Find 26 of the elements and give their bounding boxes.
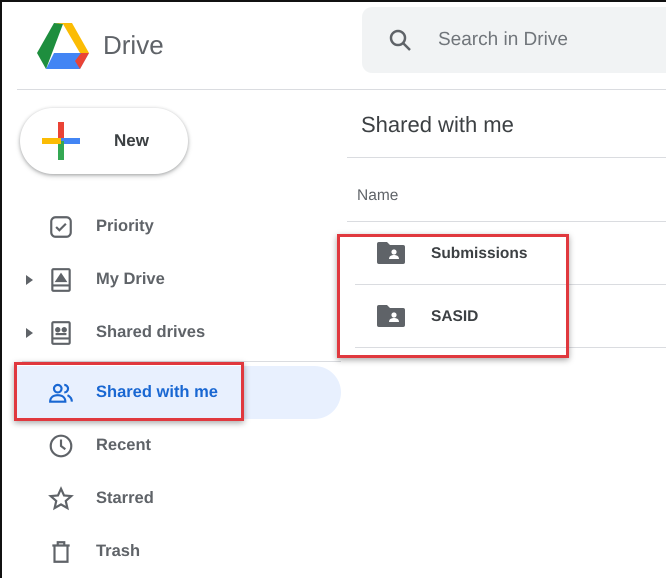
sidebar-item[interactable]: Trash bbox=[2, 525, 341, 578]
sidebar-item[interactable]: Shared drives bbox=[2, 306, 341, 359]
column-header[interactable]: Name bbox=[347, 158, 666, 222]
expand-arrow-icon[interactable] bbox=[26, 274, 33, 284]
sidebar-item[interactable]: Shared with me bbox=[16, 366, 341, 419]
drive-logo-icon bbox=[37, 22, 89, 68]
search-field[interactable]: Search in Drive bbox=[362, 6, 666, 72]
sidebar-item[interactable]: My Drive bbox=[2, 253, 341, 306]
clock-icon bbox=[48, 432, 74, 458]
app-name: Drive bbox=[103, 29, 164, 62]
star-icon bbox=[48, 486, 74, 512]
file-name[interactable]: SASID bbox=[431, 304, 478, 328]
file-name[interactable]: Submissions bbox=[431, 242, 528, 265]
plus-icon bbox=[42, 122, 80, 160]
shared-folder-icon bbox=[377, 242, 405, 264]
new-button[interactable]: New bbox=[20, 108, 188, 174]
expand-arrow-icon[interactable] bbox=[26, 328, 33, 338]
sidebar-item[interactable]: Recent bbox=[2, 419, 341, 472]
shared-drives-icon bbox=[48, 320, 74, 346]
shared-folder-icon bbox=[377, 305, 405, 328]
drive-icon bbox=[48, 266, 74, 292]
check-box-icon bbox=[48, 214, 74, 240]
sidebar-item[interactable]: Starred bbox=[2, 472, 341, 525]
sidebar-item[interactable]: Priority bbox=[2, 200, 341, 253]
page-title: Shared with me bbox=[347, 90, 666, 158]
search-icon bbox=[388, 28, 412, 52]
